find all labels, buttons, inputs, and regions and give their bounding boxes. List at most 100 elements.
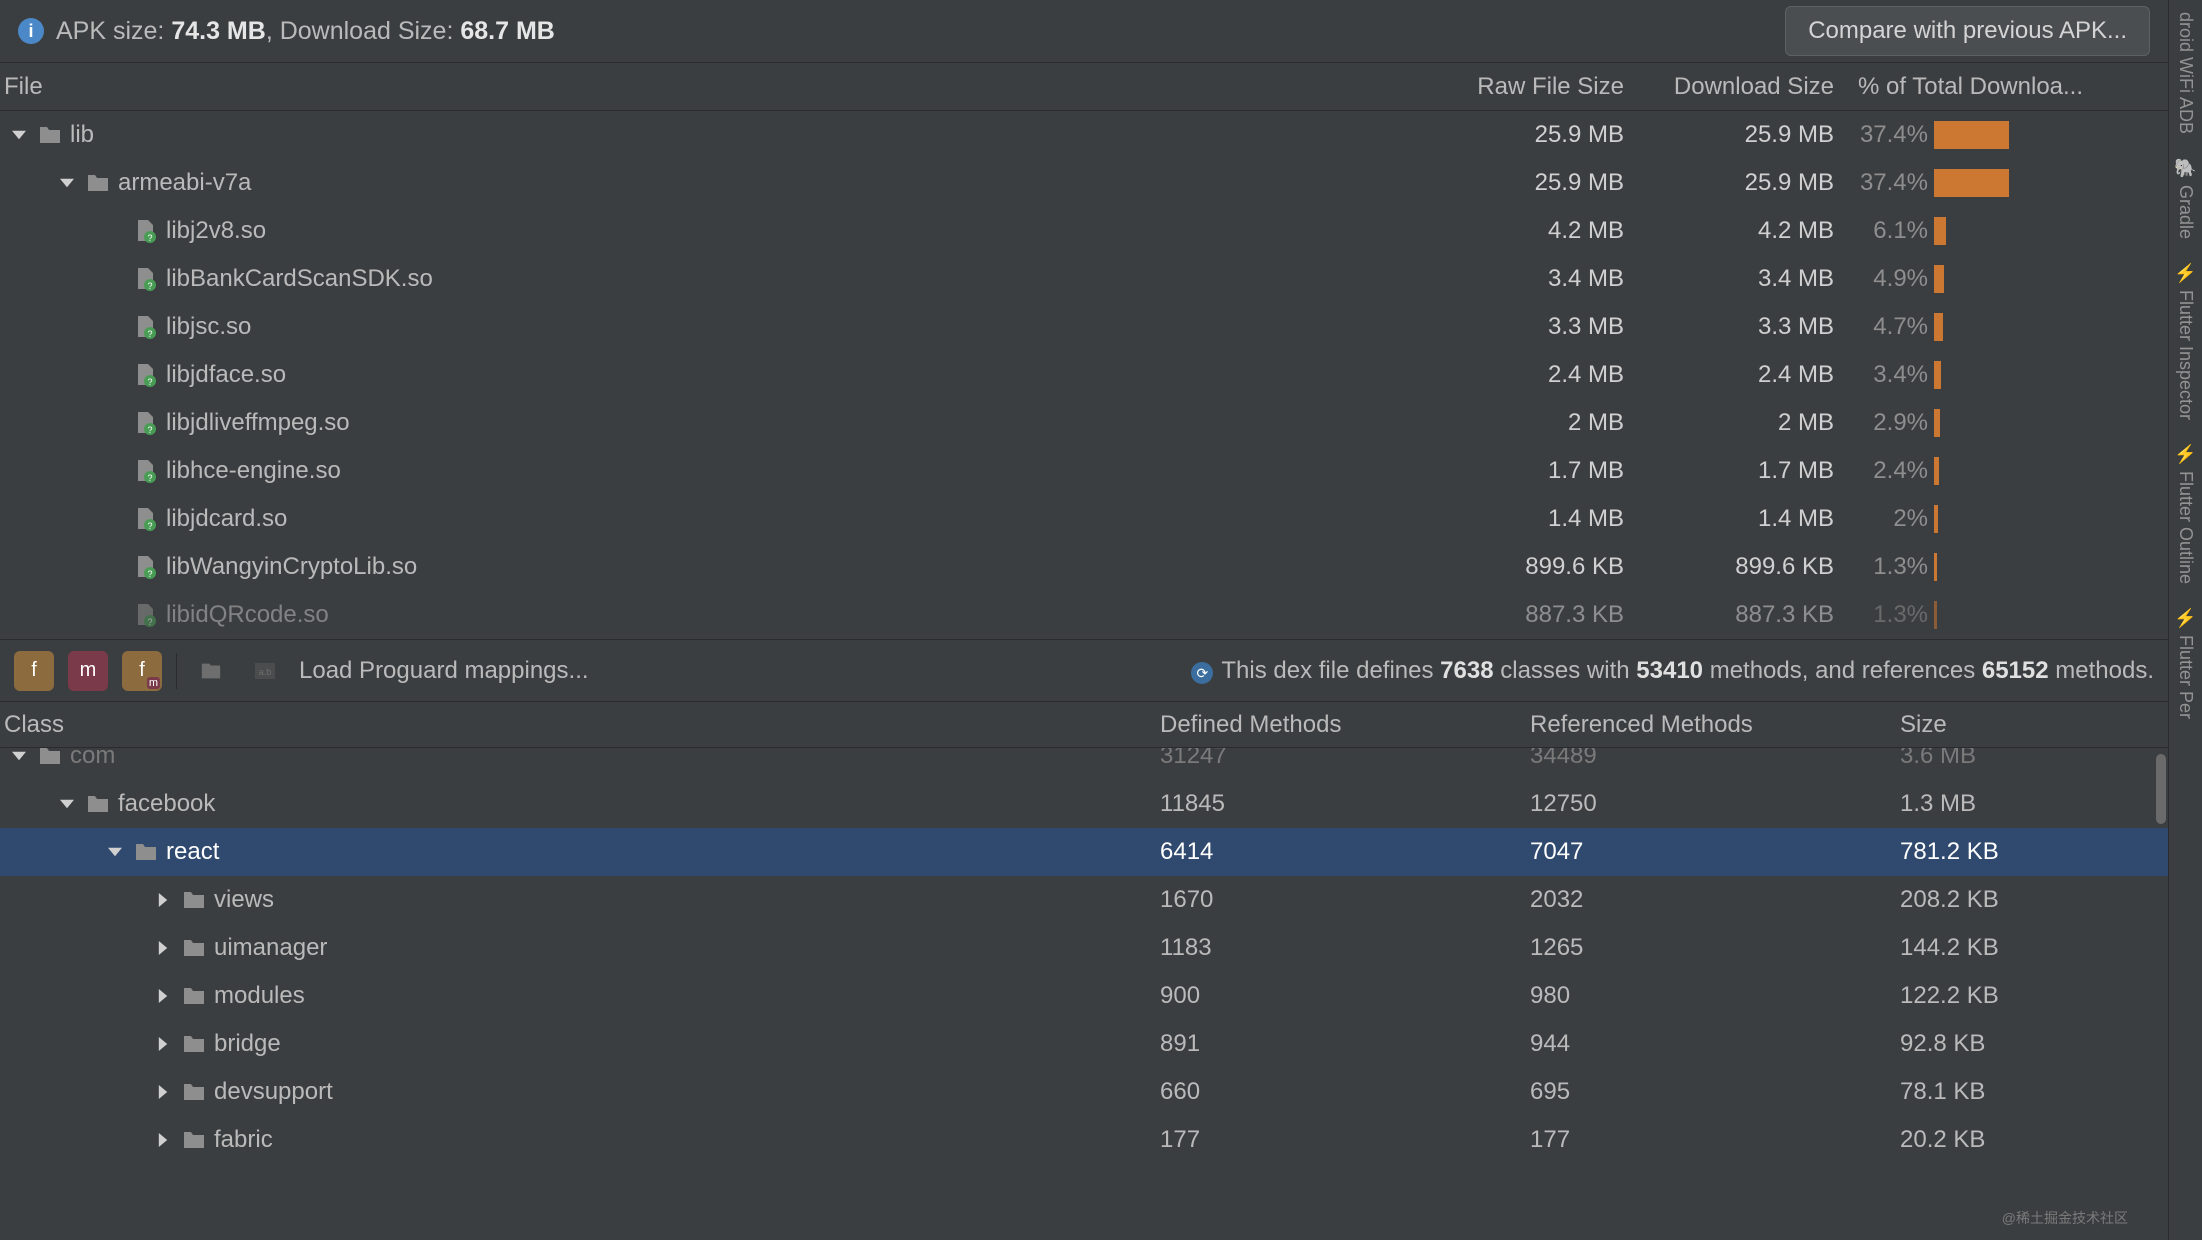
referenced-methods: 2032 (1518, 886, 1888, 914)
filter-fields-methods-button[interactable]: fm (122, 651, 162, 691)
file-icon: ? (134, 365, 158, 385)
file-icon: ? (134, 317, 158, 337)
raw-size: 2.4 MB (1428, 361, 1648, 389)
class-size: 20.2 KB (1888, 1126, 2168, 1154)
referenced-methods: 7047 (1518, 838, 1888, 866)
file-row[interactable]: ? libWangyinCryptoLib.so 899.6 KB 899.6 … (0, 543, 2168, 591)
chevron-down-icon[interactable] (56, 797, 78, 811)
pct-bar (1934, 265, 2168, 293)
filter-methods-button[interactable]: m (68, 651, 108, 691)
chevron-down-icon[interactable] (56, 176, 78, 190)
svg-text:?: ? (147, 617, 152, 627)
class-row[interactable]: modules 900 980 122.2 KB (0, 972, 2168, 1020)
class-row[interactable]: devsupport 660 695 78.1 KB (0, 1068, 2168, 1116)
dex-toolbar: f m fm a.b Load Proguard mappings... ⟳Th… (0, 639, 2168, 701)
chevron-right-icon[interactable] (152, 989, 174, 1003)
file-name: libjdliveffmpeg.so (166, 409, 350, 437)
sidebar-tool-item[interactable]: ⚡ Flutter Outline (2170, 432, 2200, 596)
class-row[interactable]: uimanager 1183 1265 144.2 KB (0, 924, 2168, 972)
class-name: modules (214, 982, 305, 1010)
load-proguard-link[interactable]: Load Proguard mappings... (299, 657, 589, 685)
file-row[interactable]: ? libjdface.so 2.4 MB 2.4 MB 3.4% (0, 351, 2168, 399)
file-icon: ? (134, 413, 158, 433)
pct-bar (1934, 313, 2168, 341)
package-icon (134, 842, 158, 862)
header-raw-size[interactable]: Raw File Size (1428, 73, 1648, 101)
referenced-methods: 177 (1518, 1126, 1888, 1154)
sidebar-icon: 🐘 (2174, 158, 2196, 179)
pct-bar (1934, 553, 2168, 581)
file-icon: ? (134, 221, 158, 241)
defined-methods: 11845 (1148, 790, 1518, 818)
file-row[interactable]: lib 25.9 MB 25.9 MB 37.4% (0, 111, 2168, 159)
chevron-down-icon[interactable] (104, 845, 126, 859)
header-defined[interactable]: Defined Methods (1148, 711, 1518, 739)
folder-icon (38, 125, 62, 145)
sidebar-tool-item[interactable]: droid WiFi ADB (2171, 0, 2200, 146)
pct-text: 37.4% (1858, 169, 1928, 197)
sidebar-icon: ⚡ (2174, 444, 2196, 465)
sidebar-icon: ⚡ (2174, 608, 2196, 629)
class-row[interactable]: facebook 11845 12750 1.3 MB (0, 780, 2168, 828)
class-size: 208.2 KB (1888, 886, 2168, 914)
header-class[interactable]: Class (0, 711, 1148, 739)
pct-text: 37.4% (1858, 121, 1928, 149)
pct-bar (1934, 457, 2168, 485)
sidebar-tool-item[interactable]: ⚡Flutter Inspector (2170, 251, 2200, 432)
file-row[interactable]: armeabi-v7a 25.9 MB 25.9 MB 37.4% (0, 159, 2168, 207)
defined-methods: 900 (1148, 982, 1518, 1010)
file-row[interactable]: ? libjdliveffmpeg.so 2 MB 2 MB 2.9% (0, 399, 2168, 447)
defined-methods: 1183 (1148, 934, 1518, 962)
pct-bar (1934, 601, 2168, 629)
file-icon: ? (134, 269, 158, 289)
chevron-down-icon[interactable] (8, 749, 30, 763)
download-size: 1.7 MB (1648, 457, 1858, 485)
chevron-right-icon[interactable] (152, 941, 174, 955)
header-size[interactable]: Size (1888, 711, 2168, 739)
package-icon (182, 938, 206, 958)
header-file[interactable]: File (0, 73, 1428, 101)
file-row[interactable]: ? libhce-engine.so 1.7 MB 1.7 MB 2.4% (0, 447, 2168, 495)
compare-apk-button[interactable]: Compare with previous APK... (1785, 6, 2150, 56)
class-row[interactable]: fabric 177 177 20.2 KB (0, 1116, 2168, 1164)
file-row[interactable]: ? libBankCardScanSDK.so 3.4 MB 3.4 MB 4.… (0, 255, 2168, 303)
class-row[interactable]: com 31247 34489 3.6 MB (0, 748, 2168, 780)
class-row[interactable]: views 1670 2032 208.2 KB (0, 876, 2168, 924)
file-row[interactable]: ? libj2v8.so 4.2 MB 4.2 MB 6.1% (0, 207, 2168, 255)
sidebar-tool-item[interactable]: ⚡Flutter Per (2170, 596, 2200, 731)
header-referenced[interactable]: Referenced Methods (1518, 711, 1888, 739)
chevron-right-icon[interactable] (152, 1085, 174, 1099)
file-row[interactable]: ? libjdcard.so 1.4 MB 1.4 MB 2% (0, 495, 2168, 543)
header-download-size[interactable]: Download Size (1648, 73, 1858, 101)
class-row[interactable]: react 6414 7047 781.2 KB (0, 828, 2168, 876)
class-name: uimanager (214, 934, 327, 962)
filter-fields-button[interactable]: f (14, 651, 54, 691)
svg-text:?: ? (147, 281, 152, 291)
svg-text:?: ? (147, 329, 152, 339)
file-row[interactable]: ? libjsc.so 3.3 MB 3.3 MB 4.7% (0, 303, 2168, 351)
file-name: libjdcard.so (166, 505, 287, 533)
file-row[interactable]: ? libidQRcode.so 887.3 KB 887.3 KB 1.3% (0, 591, 2168, 639)
chevron-right-icon[interactable] (152, 1037, 174, 1051)
scrollbar-vertical[interactable] (2156, 754, 2166, 824)
package-icon (182, 1034, 206, 1054)
class-name: fabric (214, 1126, 273, 1154)
sidebar-tool-item[interactable]: 🐘Gradle (2170, 146, 2200, 251)
raw-size: 3.3 MB (1428, 313, 1648, 341)
class-tree-panel: Class Defined Methods Referenced Methods… (0, 701, 2168, 1240)
dex-summary: ⟳This dex file defines 7638 classes with… (1191, 657, 2154, 685)
sidebar-label: Flutter Outline (2175, 471, 2196, 584)
chevron-down-icon[interactable] (8, 128, 30, 142)
class-row[interactable]: bridge 891 944 92.8 KB (0, 1020, 2168, 1068)
download-size: 887.3 KB (1648, 601, 1858, 629)
chevron-right-icon[interactable] (152, 893, 174, 907)
download-size: 1.4 MB (1648, 505, 1858, 533)
header-pct[interactable]: % of Total Downloa... (1858, 73, 2168, 101)
raw-size: 1.4 MB (1428, 505, 1648, 533)
package-icon (182, 1130, 206, 1150)
referenced-methods: 980 (1518, 982, 1888, 1010)
pct-text: 2.4% (1858, 457, 1928, 485)
chevron-right-icon[interactable] (152, 1133, 174, 1147)
top-bar: i APK size: 74.3 MB, Download Size: 68.7… (0, 0, 2168, 62)
pct-bar (1934, 361, 2168, 389)
